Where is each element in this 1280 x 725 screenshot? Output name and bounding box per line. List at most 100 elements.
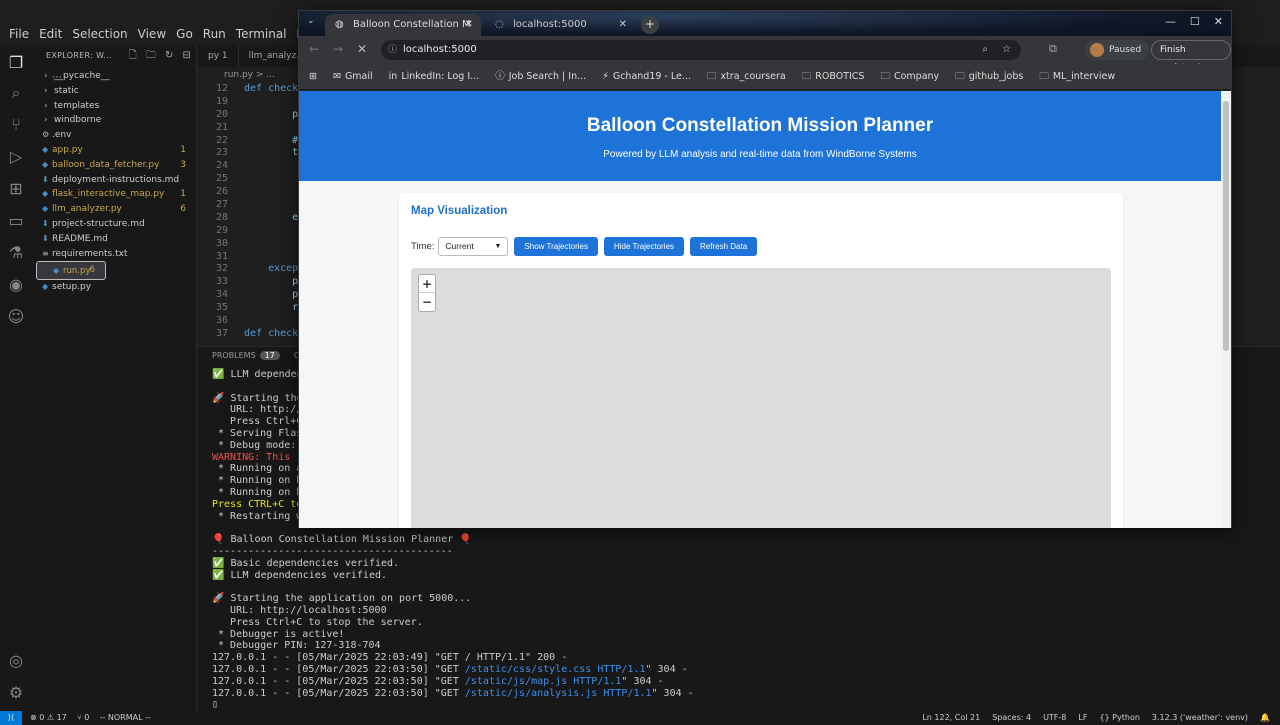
file-item[interactable]: ◆ balloon_data_fetcher.py 3 bbox=[32, 158, 196, 173]
tab-problems[interactable]: PROBLEMS 17 bbox=[212, 347, 280, 365]
bookmark-item[interactable]: 🗀 ML_interview bbox=[1039, 64, 1115, 89]
bookmark-item[interactable]: 🗀 Company bbox=[880, 64, 939, 89]
line-number: 21 bbox=[215, 121, 228, 133]
folder-item[interactable]: › __pycache__ bbox=[32, 69, 196, 84]
remote-indicator-icon[interactable]: ⟩⟨ bbox=[0, 711, 22, 725]
file-item[interactable]: ◆ llm_analyzer.py 6 bbox=[32, 202, 196, 217]
extensions-icon[interactable]: ⊞ bbox=[6, 179, 26, 199]
close-tab-icon[interactable]: ✕ bbox=[619, 14, 627, 36]
close-window-icon[interactable]: ✕ bbox=[1214, 15, 1223, 28]
terminal-line: 127.0.0.1 - - [05/Mar/2025 22:03:49] "GE… bbox=[212, 652, 568, 664]
bookmark-label: Job Search | In... bbox=[508, 71, 587, 82]
menu-selection[interactable]: Selection bbox=[67, 25, 132, 43]
maximize-icon[interactable]: ☐ bbox=[1190, 15, 1200, 28]
zoom-search-icon[interactable]: ⌕ bbox=[982, 40, 988, 60]
bookmark-item[interactable]: 🗀 ROBOTICS bbox=[802, 64, 865, 89]
file-item[interactable]: ⬇ deployment-instructions.md bbox=[32, 173, 196, 188]
remote-explorer-icon[interactable]: ▭ bbox=[6, 211, 26, 231]
tab-search-icon[interactable]: ⌄ bbox=[307, 16, 315, 26]
terminal-line: 127.0.0.1 - - [05/Mar/2025 22:03:50] "GE… bbox=[212, 687, 694, 699]
menu-terminal[interactable]: Terminal bbox=[231, 25, 292, 43]
profile-button[interactable]: Paused bbox=[1085, 40, 1150, 60]
finish-update-button[interactable]: Finish update ⋮ bbox=[1151, 40, 1231, 73]
zoom-in-button[interactable]: + bbox=[419, 275, 435, 293]
stop-loading-icon[interactable]: ✕ bbox=[357, 42, 367, 56]
status-cursor[interactable]: Ln 122, Col 21 bbox=[922, 711, 980, 725]
status-spaces[interactable]: Spaces: 4 bbox=[992, 711, 1031, 725]
file-item[interactable]: ◆ app.py 1 bbox=[32, 143, 196, 158]
refresh-icon[interactable]: ↻ bbox=[165, 50, 174, 61]
folder-item[interactable]: › windborne bbox=[32, 113, 196, 128]
bookmark-item[interactable]: ⚡ Gchand19 - Le... bbox=[602, 64, 691, 89]
folder-icon: 🗀 bbox=[880, 71, 890, 82]
tree-item-label: run.py bbox=[63, 266, 91, 277]
map-canvas[interactable]: + − bbox=[411, 268, 1111, 528]
line-number: 25 bbox=[215, 173, 228, 185]
menu-run[interactable]: Run bbox=[198, 25, 231, 43]
explorer-icon[interactable]: ❐ bbox=[6, 53, 26, 73]
new-folder-icon[interactable]: 🗀 bbox=[146, 50, 156, 61]
line-number: 20 bbox=[215, 108, 228, 120]
menu-file[interactable]: File bbox=[4, 25, 34, 43]
address-bar[interactable]: ⓘ localhost:5000 ⌕ ☆ bbox=[381, 40, 1021, 60]
show-trajectories-button[interactable]: Show Trajectories bbox=[514, 237, 598, 256]
copilot-icon[interactable]: ☺ bbox=[6, 307, 26, 327]
bookmark-item[interactable]: 🗀 xtra_coursera bbox=[707, 64, 786, 89]
hide-trajectories-button[interactable]: Hide Trajectories bbox=[604, 237, 685, 256]
collapse-icon[interactable]: ⊟ bbox=[183, 50, 192, 61]
menu-edit[interactable]: Edit bbox=[34, 25, 67, 43]
run-debug-icon[interactable]: ▷ bbox=[6, 147, 26, 167]
bookmark-item[interactable]: ⓘ Job Search | In... bbox=[495, 64, 586, 89]
browser-tab[interactable]: ◌ localhost:5000 ✕ bbox=[485, 14, 635, 36]
status-encoding[interactable]: UTF-8 bbox=[1043, 711, 1066, 725]
close-tab-icon[interactable]: ✕ bbox=[465, 14, 473, 36]
new-tab-button[interactable]: + bbox=[641, 16, 659, 34]
status-language[interactable]: {} Python bbox=[1099, 711, 1139, 725]
line-number: 33 bbox=[215, 276, 228, 288]
new-file-icon[interactable]: 🗋 bbox=[129, 50, 137, 61]
file-type-icon: ◆ bbox=[42, 144, 49, 154]
file-item[interactable]: ◆ flask_interactive_map.py 1 bbox=[32, 187, 196, 202]
menu-go[interactable]: Go bbox=[171, 25, 198, 43]
status-left: ⊗ 0 ⚠ 17 ⑂ 0 -- NORMAL -- bbox=[30, 711, 151, 725]
bell-icon[interactable]: 🔔 bbox=[1260, 711, 1270, 725]
line-number: 36 bbox=[215, 315, 228, 327]
file-item[interactable]: ≡ requirements.txt bbox=[32, 247, 196, 262]
back-icon[interactable]: ← bbox=[309, 42, 319, 56]
menu-view[interactable]: View bbox=[133, 25, 171, 43]
file-item[interactable]: ⚙ .env bbox=[32, 128, 196, 143]
file-item[interactable]: ⬇ project-structure.md bbox=[32, 217, 196, 232]
status-ports[interactable]: ⑂ 0 bbox=[77, 713, 89, 722]
status-problems[interactable]: ⊗ 0 ⚠ 17 bbox=[30, 713, 67, 722]
folder-item[interactable]: › static bbox=[32, 84, 196, 99]
account-icon[interactable]: ◎ bbox=[6, 651, 26, 671]
bookmark-item[interactable]: ✉ Gmail bbox=[333, 64, 373, 89]
forward-icon[interactable]: → bbox=[333, 42, 343, 56]
scrollbar-thumb[interactable] bbox=[1223, 101, 1229, 351]
bookmark-star-icon[interactable]: ☆ bbox=[1002, 40, 1011, 60]
site-info-icon[interactable]: ⓘ bbox=[388, 40, 397, 60]
time-select[interactable]: Current ▼ bbox=[438, 237, 509, 256]
testing-icon[interactable]: ⚗ bbox=[6, 243, 26, 263]
file-item[interactable]: ◆ run.py 6 bbox=[36, 261, 106, 281]
bookmark-item[interactable]: in LinkedIn: Log I... bbox=[389, 64, 480, 89]
bookmark-item[interactable]: 🗀 github_jobs bbox=[955, 64, 1023, 89]
refresh-data-button[interactable]: Refresh Data bbox=[690, 237, 758, 256]
page-scrollbar[interactable] bbox=[1221, 91, 1231, 528]
minimize-icon[interactable]: — bbox=[1165, 15, 1176, 28]
extensions-puzzle-icon[interactable]: ⧉ bbox=[1049, 42, 1057, 56]
github-icon[interactable]: ◉ bbox=[6, 275, 26, 295]
settings-gear-icon[interactable]: ⚙ bbox=[6, 683, 26, 703]
folder-item[interactable]: › templates bbox=[32, 99, 196, 114]
zoom-out-button[interactable]: − bbox=[419, 293, 435, 311]
file-item[interactable]: ◆ setup.py bbox=[32, 280, 196, 295]
status-eol[interactable]: LF bbox=[1078, 711, 1087, 725]
source-control-icon[interactable]: ⑂ bbox=[6, 115, 26, 135]
status-interpreter[interactable]: 3.12.3 ('weather': venv) bbox=[1152, 711, 1248, 725]
file-type-icon: ⬇ bbox=[42, 218, 49, 228]
file-item[interactable]: ⬇ README.md bbox=[32, 232, 196, 247]
apps-grid-icon[interactable]: ⊞ bbox=[309, 64, 317, 89]
search-icon[interactable]: ⌕ bbox=[6, 83, 26, 103]
editor-tab[interactable]: py 1 bbox=[198, 45, 239, 67]
browser-tab-active[interactable]: ◍ Balloon Constellation M ✕ bbox=[325, 14, 481, 36]
